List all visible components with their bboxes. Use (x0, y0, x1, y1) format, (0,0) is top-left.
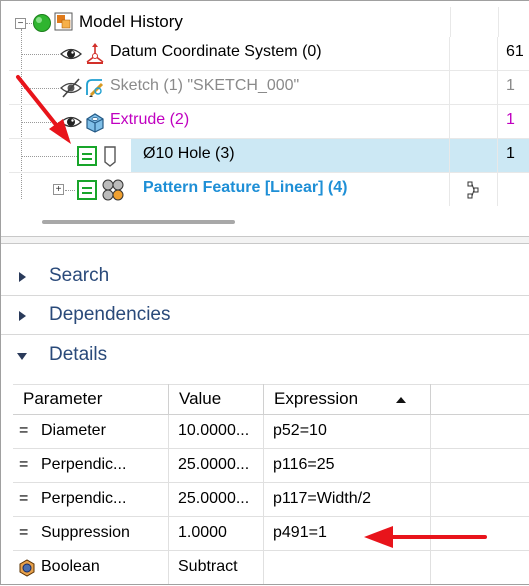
tree-item-label: Datum Coordinate System (0) (110, 43, 322, 60)
chevron-down-icon (17, 353, 27, 360)
tree-item-label: Sketch (1) "SKETCH_000" (110, 77, 300, 94)
table-row[interactable]: = Perpendic... 25.0000... p117=Width/2 (13, 483, 529, 517)
tree-item-value: 1 (506, 77, 515, 94)
tree-item-label: Pattern Feature [Linear] (4) (143, 179, 348, 196)
eye-icon[interactable] (60, 46, 82, 62)
tree-item-label: Extrude (2) (110, 111, 190, 128)
tree-item-value: 1 (506, 145, 515, 162)
dependency-marker-icon (467, 181, 479, 199)
section-details-title: Details (49, 344, 108, 365)
hole-icon (104, 146, 116, 167)
expand-icon[interactable]: + (53, 184, 64, 195)
boolean-icon (19, 559, 35, 577)
section-search[interactable]: Search (1, 257, 529, 296)
panel-splitter[interactable] (1, 236, 529, 244)
tree-item-value: 61 (506, 43, 524, 60)
tree-item-datum-csys[interactable]: Datum Coordinate System (0) 61 (9, 37, 529, 71)
tree-item-sketch[interactable]: Sketch (1) "SKETCH_000" 1 (9, 71, 529, 105)
section-dependencies[interactable]: Dependencies (1, 296, 529, 335)
suppression-icon[interactable] (77, 180, 97, 200)
part-navigator-panel: − Model History Datum Coordinate System … (0, 0, 529, 585)
tree-item-pattern-feature[interactable]: + Pattern Feature [Linear] (4) (9, 173, 529, 207)
model-history-label: Model History (79, 12, 183, 31)
table-row[interactable]: Boolean Subtract (13, 551, 529, 585)
tree-item-value: 1 (506, 111, 515, 128)
tree-root-row[interactable]: − Model History (9, 7, 529, 37)
eye-icon[interactable] (60, 114, 82, 130)
sketch-icon (86, 79, 104, 97)
column-header-parameter[interactable]: Parameter (13, 384, 169, 415)
extrude-icon (86, 113, 104, 133)
chevron-right-icon (19, 272, 26, 282)
section-details[interactable]: Details (1, 336, 529, 375)
tree-item-hole[interactable]: Ø10 Hole (3) 1 (9, 139, 529, 173)
eye-hidden-icon[interactable] (60, 78, 82, 98)
table-row[interactable]: = Suppression 1.0000 p491=1 (13, 517, 529, 551)
section-search-title: Search (49, 265, 110, 286)
horizontal-scrollbar[interactable] (42, 220, 235, 224)
table-row[interactable]: = Diameter 10.0000... p52=10 (13, 415, 529, 449)
expression-icon: = (19, 456, 29, 473)
tree-item-extrude[interactable]: Extrude (2) 1 (9, 105, 529, 139)
pattern-icon (102, 179, 124, 201)
tree-item-label: Ø10 Hole (3) (143, 145, 235, 162)
collapse-icon[interactable]: − (15, 18, 26, 29)
sort-ascending-icon (396, 397, 406, 403)
model-history-icon (54, 12, 73, 31)
status-ok-icon (33, 14, 51, 32)
section-dependencies-title: Dependencies (49, 304, 171, 325)
table-row[interactable]: = Perpendic... 25.0000... p116=25 (13, 449, 529, 483)
suppression-icon[interactable] (77, 146, 97, 166)
expression-icon: = (19, 422, 29, 439)
model-history-tree: − Model History Datum Coordinate System … (9, 7, 529, 239)
chevron-right-icon (19, 311, 26, 321)
expression-icon: = (19, 490, 29, 507)
column-header-expression[interactable]: Expression (264, 384, 431, 415)
column-header-value[interactable]: Value (169, 384, 264, 415)
datum-csys-icon (86, 43, 104, 64)
expression-icon: = (19, 524, 29, 541)
